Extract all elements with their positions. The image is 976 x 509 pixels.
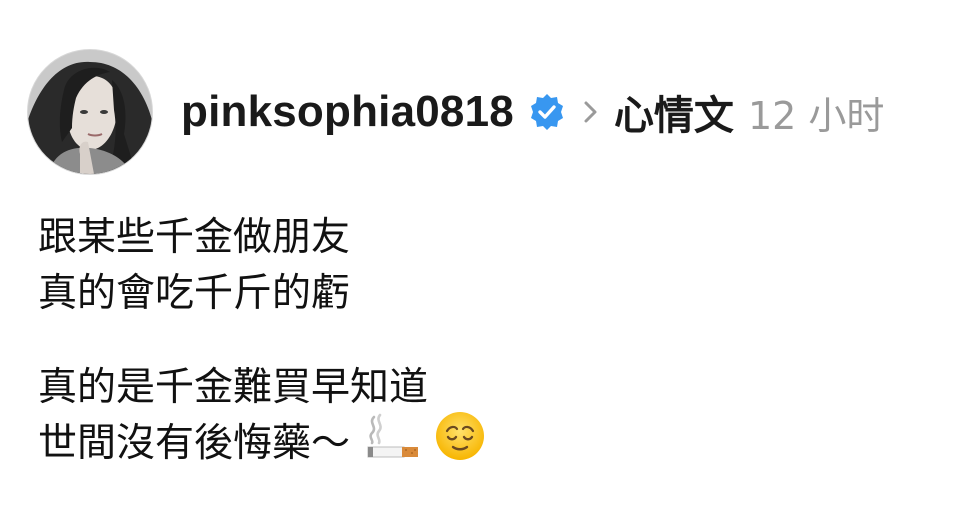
post-text-line: 真的是千金難買早知道 <box>38 360 938 416</box>
avatar-image <box>28 50 152 174</box>
post-text-line: 跟某些千金做朋友 <box>38 210 938 266</box>
relieved-face-emoji <box>434 410 486 478</box>
post-header: pinksophia0818 心情文 12 小时 <box>27 49 884 175</box>
post-text-line: 真的會吃千斤的虧 <box>38 266 938 322</box>
post-text-line-2: 真的會吃千斤的虧 <box>38 271 351 316</box>
post-text-line-3: 真的是千金難買早知道 <box>38 365 429 410</box>
post-text-line-1: 跟某些千金做朋友 <box>38 215 351 260</box>
username-link[interactable]: pinksophia0818 <box>181 87 514 137</box>
post-meta: pinksophia0818 心情文 12 小时 <box>181 49 884 175</box>
post-card: pinksophia0818 心情文 12 小时 跟某些千金做朋友 真的會吃千斤… <box>0 0 976 509</box>
post-text-line-4: 世間沒有後悔藥～ <box>38 421 351 466</box>
chevron-right-icon <box>580 97 602 127</box>
avatar[interactable] <box>27 49 153 175</box>
topic-tag-link[interactable]: 心情文 <box>614 83 734 141</box>
post-text-line: 世間沒有後悔藥～ <box>38 412 938 472</box>
post-timestamp: 12 小时 <box>747 93 885 138</box>
post-body: 跟某些千金做朋友 真的會吃千斤的虧 真的是千金難買早知道 世間沒有後悔藥～ <box>38 210 938 472</box>
cigarette-emoji <box>364 411 420 477</box>
verified-badge-icon <box>528 93 566 131</box>
